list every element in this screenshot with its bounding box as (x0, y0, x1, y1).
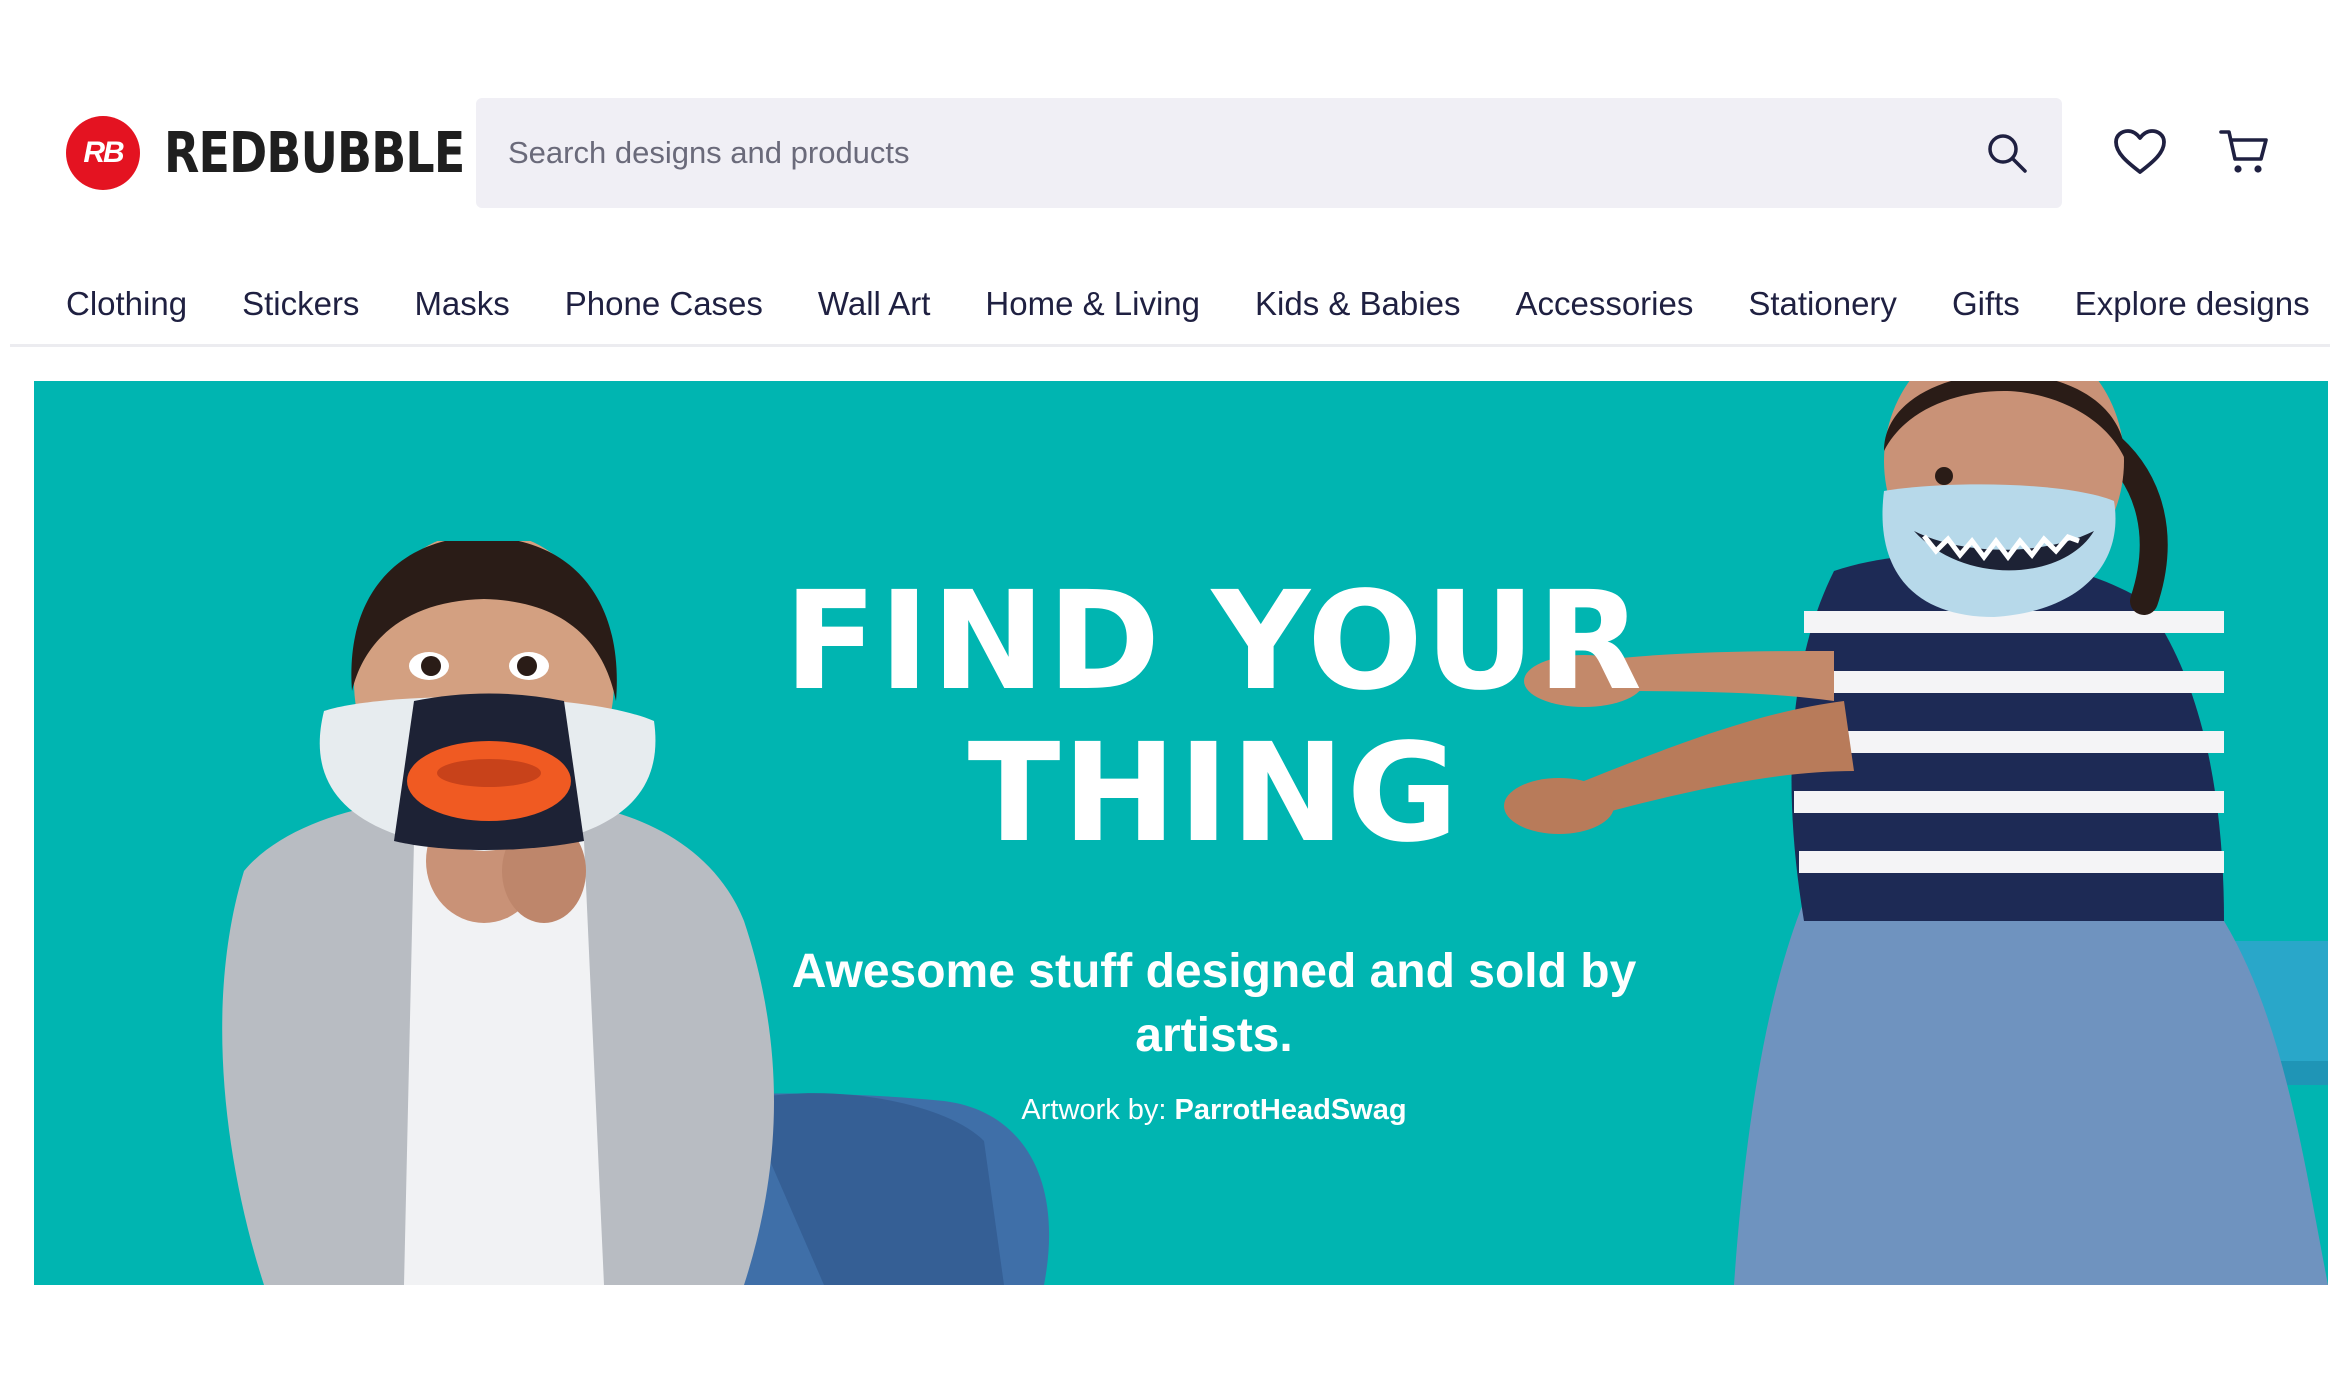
nav-item-stationery[interactable]: Stationery (1748, 285, 1897, 323)
hero-subheading: Awesome stuff designed and sold by artis… (791, 945, 1637, 1062)
hero-text: FIND YOUR THING Awesome stuff designed a… (714, 566, 1714, 1127)
redbubble-logo[interactable]: RB REDBUBBLE (66, 116, 530, 190)
nav-item-home-living[interactable]: Home & Living (985, 285, 1200, 323)
hero-headline-line-1: FIND YOUR (784, 563, 1644, 721)
search-button[interactable] (1952, 98, 2062, 208)
artwork-credit-label: Artwork by: (1021, 1094, 1175, 1126)
category-nav: Clothing Stickers Masks Phone Cases Wall… (0, 262, 2330, 346)
nav-item-stickers[interactable]: Stickers (242, 285, 359, 323)
hero-headline: FIND YOUR THING (714, 566, 1714, 870)
heart-icon (2114, 129, 2166, 174)
hero-headline-line-2: THING (967, 715, 1461, 873)
site-header: RB REDBUBBLE (0, 0, 2344, 230)
logo-wordmark: REDBUBBLE (164, 120, 465, 186)
nav-item-phone-cases[interactable]: Phone Cases (565, 285, 763, 323)
nav-item-accessories[interactable]: Accessories (1515, 285, 1693, 323)
artwork-credit: Artwork by: ParrotHeadSwag (714, 1094, 1714, 1127)
nav-item-gifts[interactable]: Gifts (1952, 285, 2020, 323)
wishlist-button[interactable] (2108, 120, 2172, 184)
nav-item-explore-designs[interactable]: Explore designs (2075, 285, 2310, 323)
logo-mark: RB (66, 116, 140, 190)
nav-item-masks[interactable]: Masks (414, 285, 509, 323)
nav-item-wall-art[interactable]: Wall Art (818, 285, 930, 323)
cart-icon (2219, 130, 2268, 173)
search-input[interactable] (476, 98, 1952, 208)
search-icon (1988, 134, 2027, 173)
nav-item-clothing[interactable]: Clothing (66, 285, 187, 323)
artwork-credit-artist-link[interactable]: ParrotHeadSwag (1175, 1094, 1407, 1126)
cart-button[interactable] (2212, 120, 2276, 184)
search-bar (476, 98, 2062, 208)
hero-banner[interactable]: FIND YOUR THING Awesome stuff designed a… (34, 381, 2328, 1285)
nav-divider (10, 344, 2330, 347)
nav-item-kids-babies[interactable]: Kids & Babies (1255, 285, 1460, 323)
